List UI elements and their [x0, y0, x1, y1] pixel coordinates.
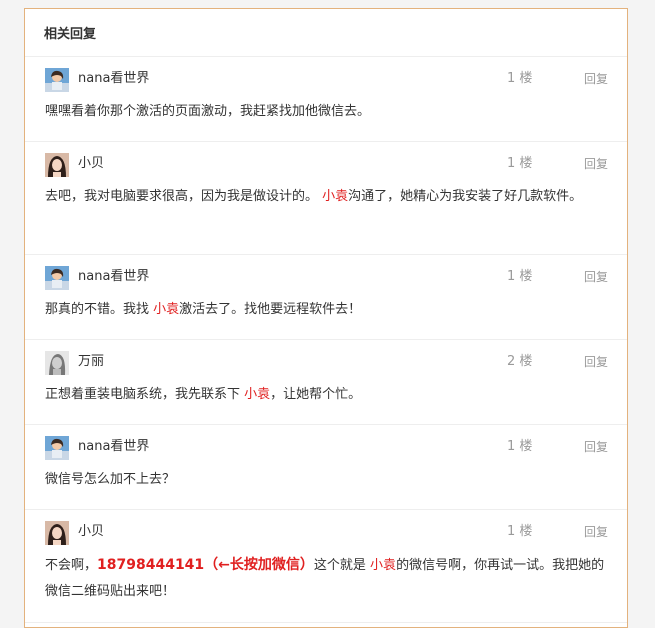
reply-text: 激活去了。找他要远程软件去！: [179, 302, 362, 317]
avatar[interactable]: [45, 436, 69, 460]
avatar[interactable]: [45, 521, 69, 545]
reply-text: 正想着重装电脑系统，我先联系下: [45, 387, 245, 402]
reply-header: nana看世界 1 楼 回复: [25, 255, 627, 297]
floor-number: 1 楼: [507, 156, 533, 171]
avatar[interactable]: [45, 266, 69, 290]
reply-text: 去吧，我对电脑要求很高，因为我是做设计的。: [45, 189, 323, 204]
reply-header: 小贝 1 楼 回复: [25, 142, 627, 184]
reply-text: ，让她帮个忙。: [270, 387, 362, 402]
reply-button[interactable]: 回复: [584, 439, 608, 455]
reply-button[interactable]: 回复: [584, 524, 608, 540]
reply-content: 去吧，我对电脑要求很高，因为我是做设计的。 小袁沟通了，她精心为我安装了好几款软…: [25, 184, 627, 254]
reply-header: nana看世界 1 楼 回复: [25, 57, 627, 99]
reply-text: 那真的不错。我找: [45, 302, 154, 317]
reply-item: nana看世界 1 楼 回复微信号怎么加不上去？: [25, 425, 627, 510]
reply-text: 这个就是: [313, 558, 371, 573]
reply-item: nana看世界 1 楼 回复那真的不错。我找 小袁激活去了。找他要远程软件去！: [25, 255, 627, 340]
highlighted-name: 小袁: [153, 302, 180, 317]
reply-button[interactable]: 回复: [584, 354, 608, 370]
username[interactable]: 小贝: [78, 523, 104, 541]
reply-content: 那真的不错。我找 小袁激活去了。找他要远程软件去！: [25, 297, 627, 339]
avatar[interactable]: [45, 351, 69, 375]
reply-item: 万丽 2 楼 回复正想着重装电脑系统，我先联系下 小袁，让她帮个忙。: [25, 340, 627, 425]
reply-text: 不会啊，: [45, 558, 98, 573]
username[interactable]: 小贝: [78, 155, 104, 173]
username[interactable]: nana看世界: [78, 70, 149, 88]
reply-content: 微信号怎么加不上去？: [25, 467, 627, 509]
reply-text: 沟通了，她精心为我安装了好几款软件。: [348, 189, 583, 204]
floor-number: 2 楼: [507, 354, 533, 369]
floor-number: 1 楼: [507, 269, 533, 284]
reply-content: 正想着重装电脑系统，我先联系下 小袁，让她帮个忙。: [25, 382, 627, 424]
reply-header: 万丽 2 楼 回复: [25, 340, 627, 382]
reply-header: nana看世界 1 楼 回复: [25, 425, 627, 467]
reply-item: 小贝 1 楼 回复不会啊，18798444141（←长按加微信）这个就是 小袁的微信…: [25, 510, 627, 623]
reply-item: nana看世界 1 楼 回复嘿嘿看着你那个激活的页面激动，我赶紧找加他微信去。: [25, 57, 627, 142]
reply-list: nana看世界 1 楼回复 嘿嘿看着你那个激活的页面激动，我赶紧找加他微信去。 小贝 1…: [25, 57, 627, 623]
reply-text: 嘿嘿看着你那个激活的页面激动，我赶紧找加他微信去。: [45, 104, 371, 119]
username[interactable]: nana看世界: [78, 438, 149, 456]
section-title: 相关回复: [44, 27, 97, 42]
floor-number: 1 楼: [507, 524, 533, 539]
panel-header: 相关回复: [25, 9, 627, 57]
highlighted-name: 小袁: [322, 189, 349, 204]
related-replies-panel: 相关回复 nana看世界 1 楼回复 嘿嘿看着你那个激活的页面激动，我赶紧找加他微信…: [24, 8, 628, 628]
highlighted-name: 小袁: [244, 387, 271, 402]
reply-text: 微信号怎么加不上去？: [45, 472, 176, 487]
reply-button[interactable]: 回复: [584, 156, 608, 172]
username[interactable]: 万丽: [78, 353, 104, 371]
floor-number: 1 楼: [507, 439, 533, 454]
reply-header: 小贝 1 楼 回复: [25, 510, 627, 552]
wechat-number: 18798444141（←长按加微信）: [97, 557, 314, 573]
avatar[interactable]: [45, 68, 69, 92]
reply-content: 嘿嘿看着你那个激活的页面激动，我赶紧找加他微信去。: [25, 99, 627, 141]
highlighted-name: 小袁: [370, 558, 397, 573]
avatar[interactable]: [45, 153, 69, 177]
username[interactable]: nana看世界: [78, 268, 149, 286]
reply-button[interactable]: 回复: [584, 269, 608, 285]
reply-button[interactable]: 回复: [584, 71, 608, 87]
floor-number: 1 楼: [507, 71, 533, 86]
reply-item: 小贝 1 楼 回复去吧，我对电脑要求很高，因为我是做设计的。 小袁沟通了，她精心为我…: [25, 142, 627, 255]
reply-content: 不会啊，18798444141（←长按加微信）这个就是 小袁的微信号啊，你再试一…: [25, 552, 627, 622]
